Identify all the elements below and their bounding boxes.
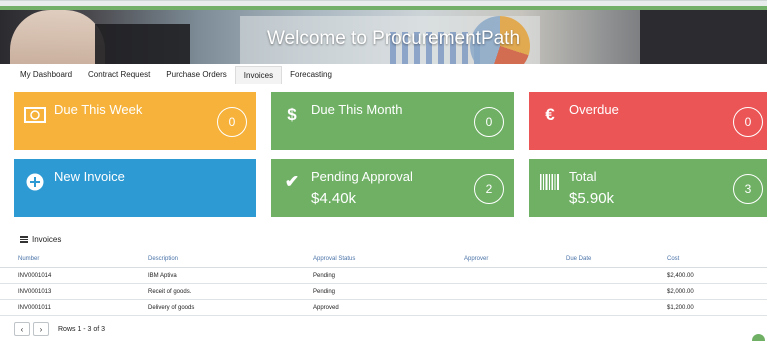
cell-description: IBM Aptiva xyxy=(148,273,177,279)
invoices-title: Invoices xyxy=(32,235,62,244)
cell-number[interactable]: INV0001014 xyxy=(18,273,51,279)
table-row[interactable]: INV0001014 IBM Aptiva Pending $2,400.00 xyxy=(0,268,767,284)
column-header-approver[interactable]: Approver xyxy=(464,256,488,262)
invoices-header: Invoices xyxy=(20,235,61,244)
card-new-invoice[interactable]: New Invoice xyxy=(14,159,256,217)
card-overdue[interactable]: € Overdue 0 xyxy=(529,92,767,150)
card-value: $5.90k xyxy=(569,190,615,207)
table-header: Number Description Approval Status Appro… xyxy=(0,254,767,268)
column-header-approval-status[interactable]: Approval Status xyxy=(313,256,355,262)
count-badge: 0 xyxy=(217,107,247,137)
cell-cost: $2,000.00 xyxy=(667,289,694,295)
plus-circle-icon xyxy=(24,173,46,191)
column-header-cost[interactable]: Cost xyxy=(667,256,679,262)
banner-accent-bar xyxy=(0,6,767,10)
card-label: Total xyxy=(569,169,597,184)
card-label: Overdue xyxy=(569,102,619,117)
cell-approval-status: Approved xyxy=(313,305,339,311)
count-badge: 2 xyxy=(474,174,504,204)
tab-invoices[interactable]: Invoices xyxy=(234,66,283,84)
tab-forecasting[interactable]: Forecasting xyxy=(282,66,340,84)
card-pending-approval[interactable]: ✔ Pending Approval $4.40k 2 xyxy=(271,159,514,217)
prev-page-button[interactable]: ‹ xyxy=(14,322,30,336)
pagination: ‹ › Rows 1 - 3 of 3 xyxy=(14,322,105,336)
cell-approval-status: Pending xyxy=(313,289,336,295)
dollar-icon: $ xyxy=(287,105,297,124)
card-due-this-month[interactable]: $ Due This Month 0 xyxy=(271,92,514,150)
banknote-icon xyxy=(24,106,46,124)
header-banner: Welcome to ProcurementPath xyxy=(0,6,767,64)
hamburger-menu-icon[interactable] xyxy=(20,235,28,244)
cell-description: Delivery of goods xyxy=(148,305,195,311)
count-badge: 3 xyxy=(733,174,763,204)
tab-purchase-orders[interactable]: Purchase Orders xyxy=(158,66,234,84)
column-header-due-date[interactable]: Due Date xyxy=(566,256,591,262)
count-badge: 0 xyxy=(474,107,504,137)
cell-cost: $1,200.00 xyxy=(667,305,694,311)
count-badge: 0 xyxy=(733,107,763,137)
cell-description: Receit of goods. xyxy=(148,289,192,295)
column-header-description[interactable]: Description xyxy=(148,256,178,262)
barcode-icon xyxy=(539,173,561,191)
column-header-number[interactable]: Number xyxy=(18,256,39,262)
card-label: Due This Week xyxy=(54,102,143,117)
tab-my-dashboard[interactable]: My Dashboard xyxy=(12,66,80,84)
tab-contract-request[interactable]: Contract Request xyxy=(80,66,158,84)
card-label: New Invoice xyxy=(54,169,125,184)
next-page-button[interactable]: › xyxy=(33,322,49,336)
cell-approval-status: Pending xyxy=(313,273,336,279)
card-due-this-week[interactable]: Due This Week 0 xyxy=(14,92,256,150)
card-total[interactable]: Total $5.90k 3 xyxy=(529,159,767,217)
card-label: Pending Approval xyxy=(311,169,413,184)
page-title: Welcome to ProcurementPath xyxy=(266,28,521,49)
card-label: Due This Month xyxy=(311,102,403,117)
cell-cost: $2,400.00 xyxy=(667,273,694,279)
cell-number[interactable]: INV0001011 xyxy=(18,305,51,311)
card-value: $4.40k xyxy=(311,190,357,207)
tab-bar: My Dashboard Contract Request Purchase O… xyxy=(12,66,340,84)
table-row[interactable]: INV0001011 Delivery of goods Approved $1… xyxy=(0,300,767,316)
help-bubble-icon[interactable] xyxy=(752,334,765,341)
euro-icon: € xyxy=(545,105,555,124)
checkmark-icon: ✔ xyxy=(284,172,300,191)
cell-number[interactable]: INV0001013 xyxy=(18,289,51,295)
table-row[interactable]: INV0001013 Receit of goods. Pending $2,0… xyxy=(0,284,767,300)
rows-range-label: Rows 1 - 3 of 3 xyxy=(58,325,106,333)
